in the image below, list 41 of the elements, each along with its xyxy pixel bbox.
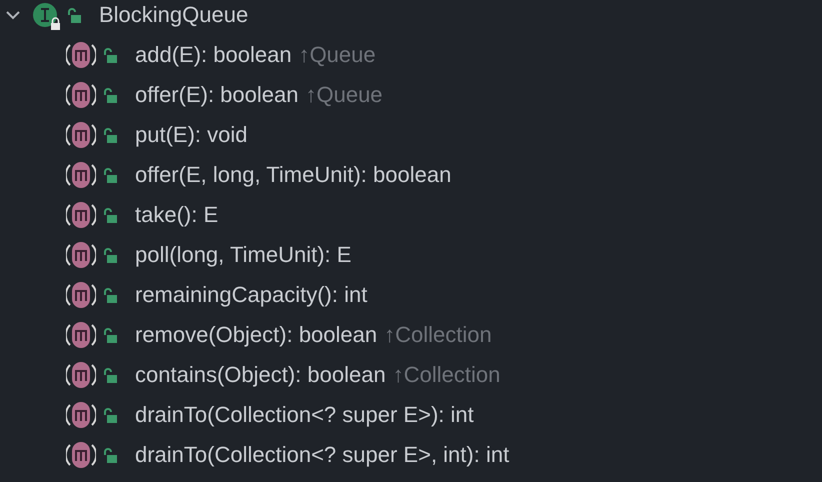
method-label[interactable]: contains(Object): boolean [135,362,386,388]
method-label[interactable]: drainTo(Collection<? super E>): int [135,402,474,428]
unlocked-icon [103,48,117,62]
method-icon [66,240,96,270]
unlocked-icon [103,368,117,382]
method-icon [66,160,96,190]
unlocked-icon [103,408,117,422]
unlocked-icon [103,88,117,102]
unlocked-icon [103,128,117,142]
method-icon [66,440,96,470]
method-label[interactable]: remove(Object): boolean [135,322,378,348]
unlocked-icon [103,288,117,302]
inherited-label: ↑Queue [298,42,376,68]
unlocked-icon [103,248,117,262]
unlocked-icon [103,208,117,222]
method-label[interactable]: drainTo(Collection<? super E>, int): int [135,442,510,468]
interface-icon [32,2,62,32]
method-icon [66,360,96,390]
unlocked-icon [103,448,117,462]
inherited-label: ↑Queue [305,82,383,108]
method-label[interactable]: offer(E, long, TimeUnit): boolean [135,162,452,188]
method-label[interactable]: put(E): void [135,122,248,148]
method-icon [66,40,96,70]
chevron-down-icon[interactable] [5,9,21,21]
unlocked-icon [67,8,81,22]
method-label[interactable]: poll(long, TimeUnit): E [135,242,352,268]
method-icon [66,120,96,150]
method-label[interactable]: remainingCapacity(): int [135,282,368,308]
inherited-label: ↑Collection [384,322,492,348]
method-label[interactable]: take(): E [135,202,218,228]
unlocked-icon [103,328,117,342]
unlocked-icon [103,168,117,182]
method-icon [66,80,96,110]
method-label[interactable]: add(E): boolean [135,42,292,68]
method-label[interactable]: offer(E): boolean [135,82,298,108]
method-icon [66,200,96,230]
method-icon [66,320,96,350]
method-icon [66,280,96,310]
method-icon [66,400,96,430]
inherited-label: ↑Collection [392,362,500,388]
node-label[interactable]: BlockingQueue [99,2,248,28]
